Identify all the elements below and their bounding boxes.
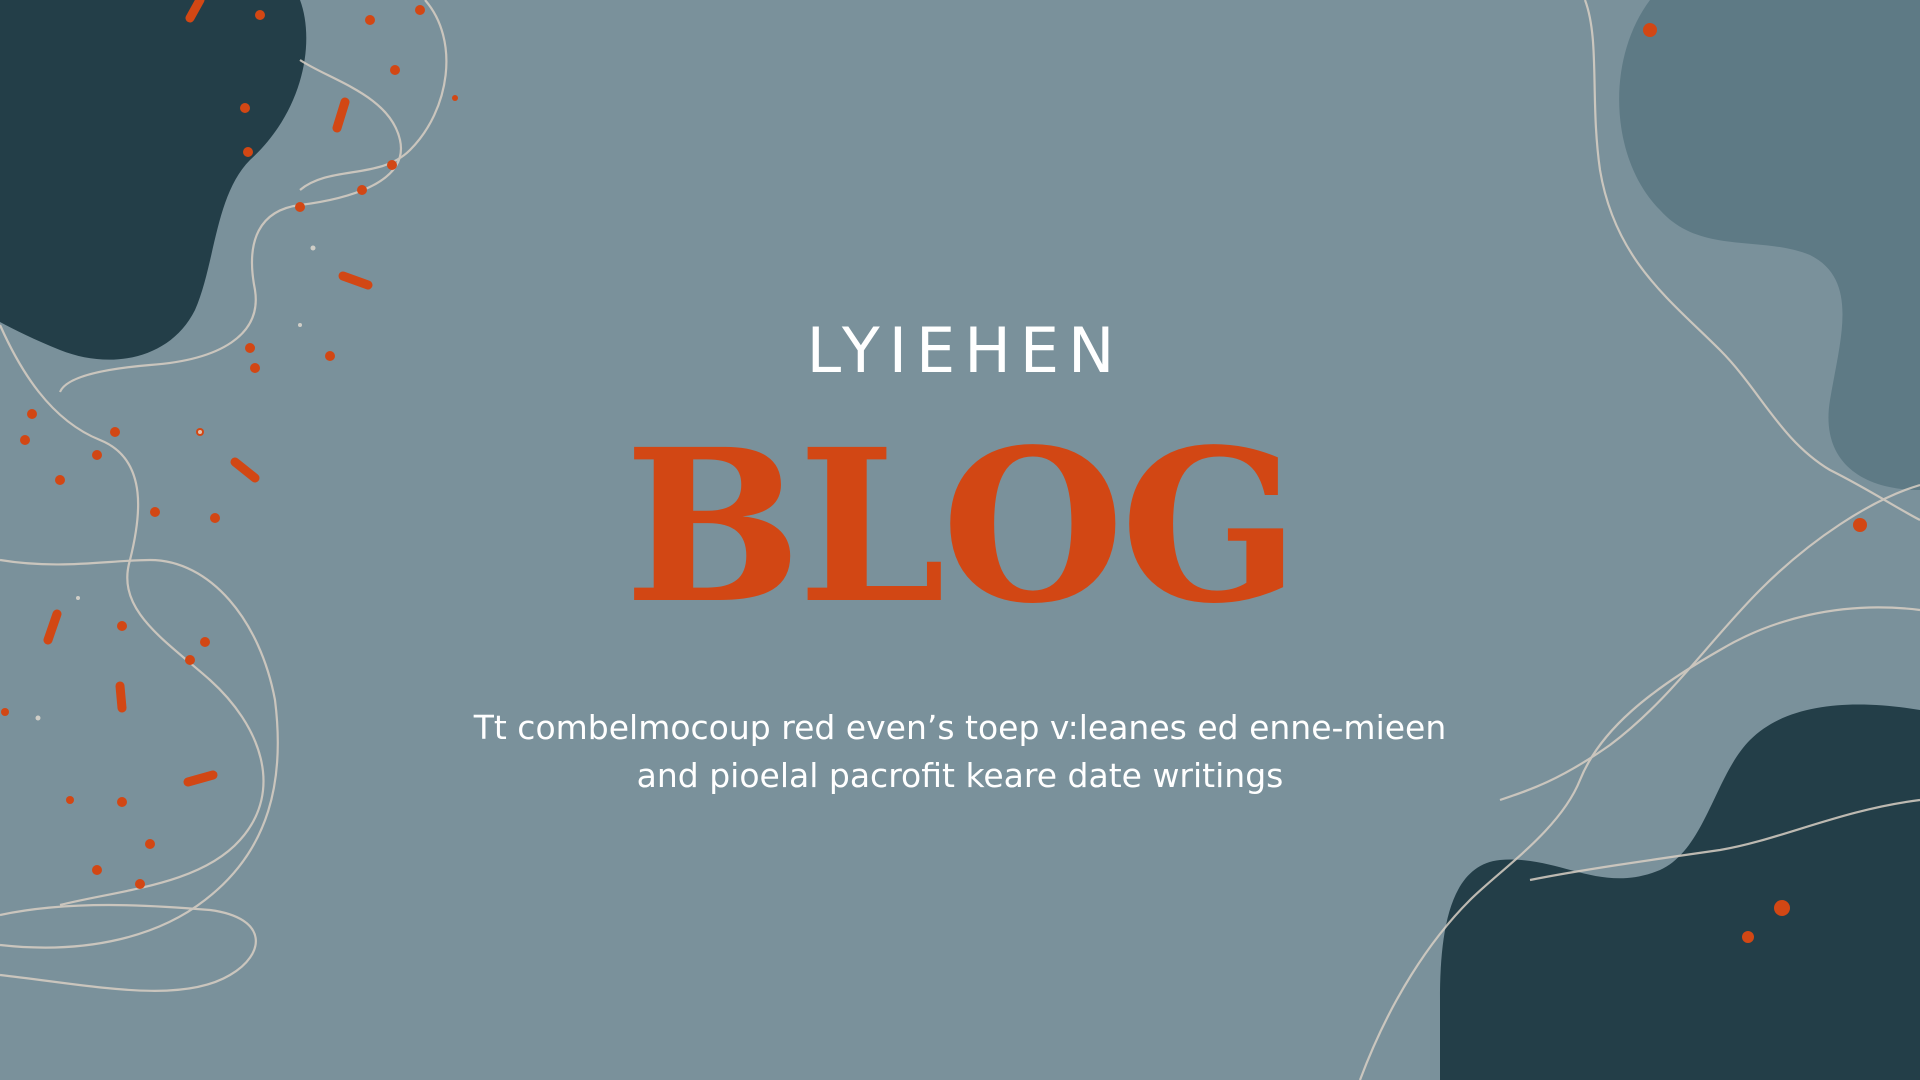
brand-name: LYIEHEN: [806, 314, 1124, 387]
hero: LYIEHEN BLOG Tt combelmocoup red even’s …: [0, 300, 1920, 800]
tagline-line-1: Tt combelmocoup red even’s toep v:leanes…: [473, 708, 1447, 747]
tagline: Tt combelmocoup red even’s toep v:leanes…: [410, 704, 1510, 800]
tagline-line-2: and pioelal pacrofit keare date writings: [636, 756, 1284, 795]
page-title: BLOG: [624, 403, 1299, 650]
